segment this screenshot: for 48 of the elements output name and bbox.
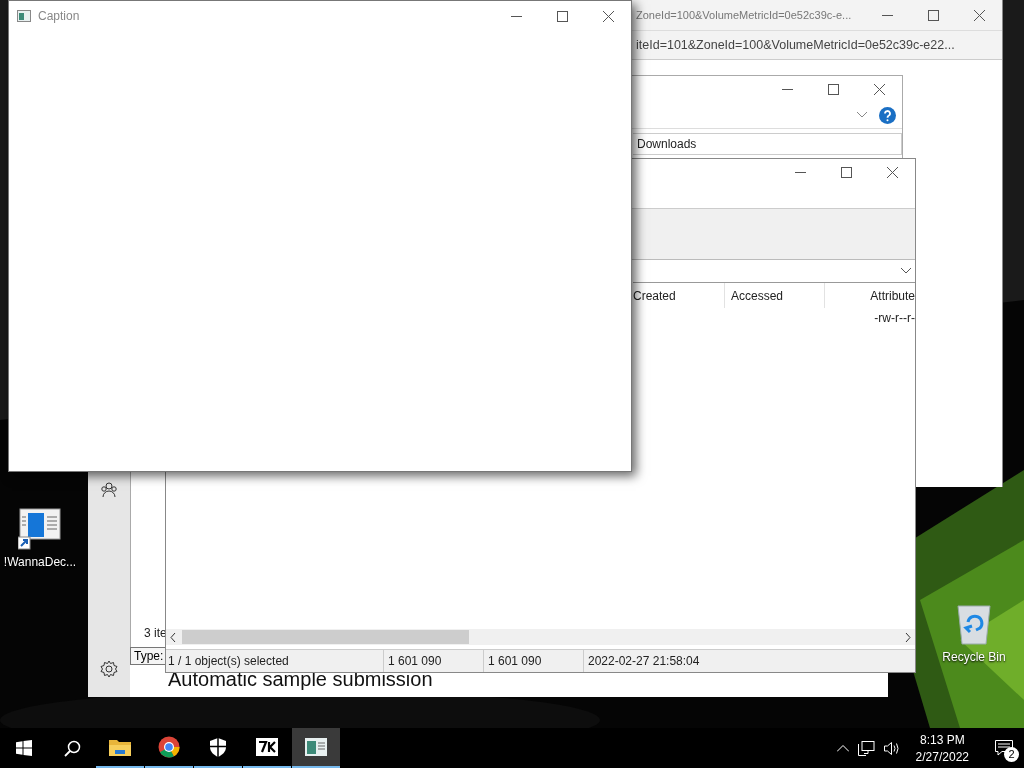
folder-icon	[109, 738, 131, 756]
app-icon	[17, 10, 31, 22]
chevron-down-icon	[901, 268, 911, 274]
status-text: 1 601 090	[484, 650, 584, 672]
scroll-right-icon[interactable]	[905, 632, 911, 642]
people-icon[interactable]	[100, 482, 118, 498]
status-text: 1 / 1 object(s) selected	[166, 650, 384, 672]
chevron-down-icon[interactable]	[857, 112, 867, 118]
network-icon[interactable]	[857, 740, 875, 756]
tooltip: Type:	[130, 647, 168, 665]
chevron-up-icon[interactable]	[836, 744, 849, 752]
close-icon	[602, 10, 614, 22]
maximize-icon	[927, 9, 939, 21]
address-bar[interactable]: Downloads	[633, 133, 902, 155]
help-icon[interactable]	[879, 106, 896, 124]
app-window-icon	[305, 738, 327, 756]
close-icon	[973, 9, 985, 21]
notifications-button[interactable]: 2	[984, 728, 1024, 768]
shortcut-icon[interactable]	[18, 507, 62, 551]
column-header[interactable]: Accessed	[725, 283, 825, 308]
table-cell-text: -rw-r--r-	[873, 310, 915, 327]
maximize-icon	[827, 83, 839, 95]
close-icon	[873, 83, 885, 95]
horizontal-scrollbar[interactable]	[166, 629, 915, 645]
window-title: ZoneId=100&VolumeMetricId=0e52c39c-e...	[635, 9, 852, 21]
settings-icon[interactable]	[100, 660, 118, 678]
shield-icon	[210, 737, 226, 757]
status-text: 1 601 090	[384, 650, 484, 672]
column-header[interactable]: Created	[633, 283, 725, 308]
browser-icon	[158, 736, 180, 758]
maximize-icon	[840, 167, 852, 178]
column-header[interactable]: Attribute	[825, 283, 915, 308]
desktop-icon-label[interactable]: Recycle Bin	[942, 650, 1006, 664]
scroll-left-icon[interactable]	[170, 632, 176, 642]
archive-app-icon	[256, 738, 278, 756]
window-title: Caption	[38, 9, 80, 23]
close-icon	[886, 167, 898, 178]
notification-count: 2	[1004, 747, 1019, 762]
taskbar-app-button[interactable]	[292, 728, 340, 768]
clock[interactable]: 8:13 PM 2/27/2022	[909, 732, 975, 764]
maximize-icon	[556, 10, 568, 22]
status-text: 2022-02-27 21:58:04	[587, 653, 700, 670]
desktop-icon-label[interactable]: !WannaDec...	[3, 555, 77, 569]
address-bar[interactable]: iteId=101&ZoneId=100&VolumeMetricId=0e52c39c-e22...	[632, 30, 1002, 60]
notification-icon	[995, 740, 1013, 756]
windows-logo-icon	[16, 740, 32, 756]
volume-icon[interactable]	[883, 740, 901, 756]
search-icon	[63, 739, 81, 757]
